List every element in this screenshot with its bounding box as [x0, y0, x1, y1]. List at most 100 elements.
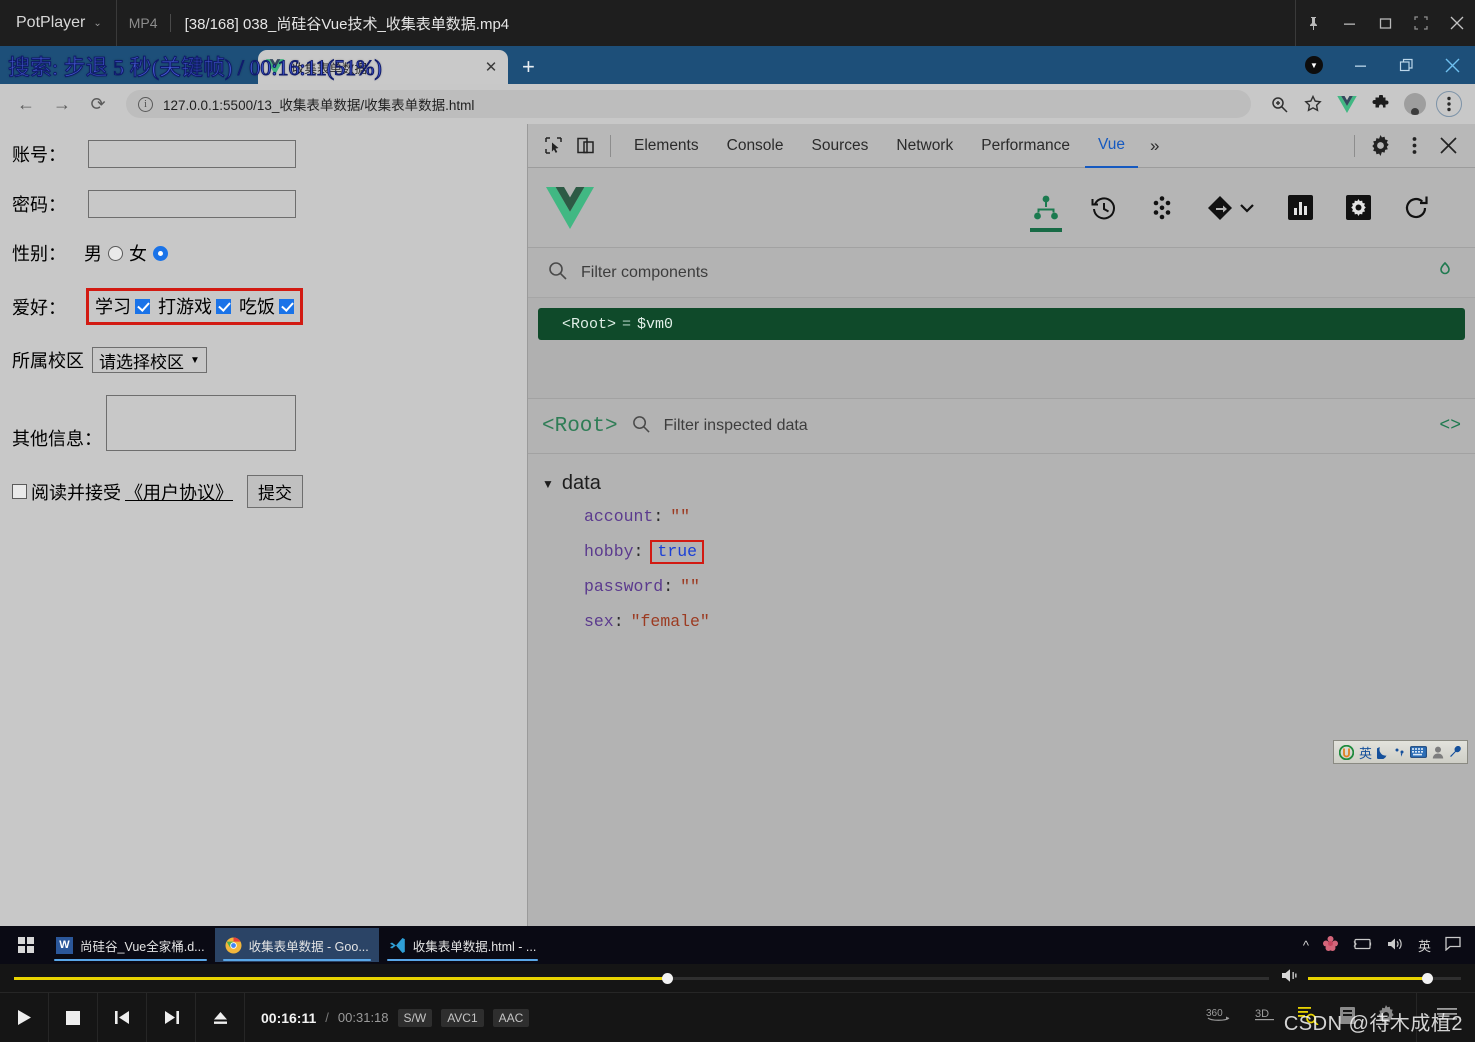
tab-sources[interactable]: Sources [799, 124, 882, 168]
hobby-checkbox-eat[interactable] [279, 298, 294, 314]
puzzle-icon[interactable] [1365, 88, 1397, 120]
close-button[interactable] [1429, 50, 1475, 80]
badge-audio-codec[interactable]: AAC [492, 1008, 530, 1027]
moon-icon[interactable] [1377, 746, 1389, 759]
timeline-history-icon[interactable] [1087, 182, 1121, 234]
flower-icon[interactable] [1322, 936, 1338, 954]
data-section-header[interactable]: ▼ data [542, 472, 1475, 495]
tab-console[interactable]: Console [714, 124, 797, 168]
kebab-menu-icon[interactable] [1433, 88, 1465, 120]
fullscreen-button[interactable] [1403, 0, 1439, 46]
performance-icon[interactable] [1283, 182, 1317, 234]
eject-button[interactable] [196, 992, 245, 1042]
campus-select[interactable]: 请选择校区 ▼ [92, 347, 207, 373]
sex-male-radio[interactable] [108, 245, 123, 261]
other-info-textarea[interactable] [106, 395, 296, 451]
stop-button[interactable] [49, 992, 98, 1042]
user-icon[interactable] [1432, 746, 1444, 759]
component-tree-row-root[interactable]: <Root> = $vm0 [538, 308, 1465, 340]
close-button[interactable] [1439, 0, 1475, 46]
punctuation-icon[interactable] [1394, 746, 1405, 759]
filter-components-input[interactable]: Filter components [581, 264, 708, 282]
previous-button[interactable] [98, 992, 147, 1042]
taskbar-item-word[interactable]: W 尚硅谷_Vue全家桶.d... [46, 928, 215, 962]
tray-ime-label[interactable]: 英 [1418, 936, 1431, 955]
windows-start-icon[interactable] [6, 926, 46, 964]
tab-close-icon[interactable]: ✕ [482, 58, 500, 76]
restore-button[interactable] [1383, 50, 1429, 80]
wrench-icon[interactable] [1449, 745, 1462, 759]
battery-icon[interactable] [1352, 938, 1373, 953]
data-entry-hobby[interactable]: hobby : true [584, 538, 1475, 565]
star-icon[interactable] [1297, 88, 1329, 120]
keyboard-icon[interactable] [1410, 746, 1427, 758]
volume-icon[interactable] [1281, 968, 1300, 988]
bookmark-icon[interactable] [1339, 1006, 1356, 1030]
component-tree-icon[interactable] [1029, 182, 1063, 234]
potplayer-brand[interactable]: PotPlayer ⌄ [0, 0, 116, 46]
tab-elements[interactable]: Elements [621, 124, 712, 168]
settings-icon[interactable] [1376, 1005, 1396, 1030]
volume-bar[interactable] [1308, 972, 1461, 984]
menu-icon[interactable] [1437, 1007, 1457, 1028]
profile-pill-icon[interactable]: ▼ [1291, 50, 1337, 80]
new-tab-button[interactable]: + [522, 56, 535, 78]
address-bar[interactable]: i 127.0.0.1:5500/13_收集表单数据/收集表单数据.html [126, 90, 1251, 118]
data-entry-sex[interactable]: sex : "female" [584, 608, 1475, 635]
inspect-element-icon[interactable] [538, 131, 568, 161]
target-icon[interactable] [1435, 260, 1455, 285]
tab-performance[interactable]: Performance [968, 124, 1083, 168]
data-value-highlight[interactable]: true [650, 539, 705, 564]
tab-network[interactable]: Network [883, 124, 966, 168]
minimize-button[interactable] [1331, 0, 1367, 46]
360-view-icon[interactable]: 360 [1205, 1005, 1233, 1030]
close-icon[interactable] [1431, 131, 1465, 161]
seek-bar[interactable] [14, 972, 1269, 984]
more-tabs-icon[interactable]: » [1140, 136, 1169, 156]
user-agreement-link[interactable]: 《用户协议》 [125, 479, 233, 505]
badge-video-codec[interactable]: AVC1 [441, 1008, 484, 1027]
ime-mode-label[interactable]: 英 [1359, 743, 1372, 762]
tray-expand-icon[interactable]: ^ [1303, 938, 1309, 953]
sogou-logo-icon[interactable] [1338, 744, 1354, 760]
play-button[interactable] [0, 992, 49, 1042]
maximize-button[interactable] [1367, 0, 1403, 46]
device-toolbar-icon[interactable] [570, 131, 600, 161]
hobby-checkbox-study[interactable] [135, 298, 150, 314]
refresh-icon[interactable] [1399, 182, 1433, 234]
seek-handle[interactable] [661, 972, 673, 984]
settings-icon[interactable] [1341, 182, 1375, 234]
reload-button[interactable]: ⟳ [82, 88, 114, 120]
tab-vue[interactable]: Vue [1084, 124, 1138, 168]
taskbar-item-chrome[interactable]: 收集表单数据 - Goo... [214, 928, 379, 962]
taskbar-item-vscode[interactable]: 收集表单数据.html - ... [379, 928, 547, 962]
submit-button[interactable]: 提交 [247, 475, 303, 508]
3d-view-icon[interactable]: 3D [1253, 1006, 1277, 1030]
ime-floating-toolbar[interactable]: 英 [1332, 740, 1468, 764]
settings-gear-icon[interactable] [1363, 131, 1397, 161]
sex-female-radio[interactable] [153, 245, 168, 261]
notification-icon[interactable] [1445, 936, 1461, 954]
minimize-button[interactable] [1337, 50, 1383, 80]
data-value[interactable]: "female" [631, 612, 710, 631]
data-value[interactable]: "" [680, 577, 700, 596]
filter-inspected-data-input[interactable]: Filter inspected data [664, 417, 808, 435]
zoom-in-icon[interactable] [1263, 88, 1295, 120]
vue-filter-components-bar[interactable]: Filter components [528, 248, 1475, 298]
code-icon[interactable]: <> [1439, 416, 1461, 436]
volume-icon[interactable] [1387, 937, 1404, 954]
vue-extension-icon[interactable] [1331, 88, 1363, 120]
forward-button[interactable]: → [46, 88, 78, 120]
chevron-down-icon[interactable]: ▼ [542, 477, 554, 491]
router-icon[interactable] [1203, 182, 1259, 234]
badge-decoder[interactable]: S/W [397, 1008, 433, 1027]
pin-button[interactable] [1295, 0, 1331, 46]
playlist-search-icon[interactable] [1297, 1005, 1319, 1030]
site-info-icon[interactable]: i [138, 96, 153, 112]
password-input[interactable] [88, 190, 296, 218]
hobby-checkbox-games[interactable] [216, 298, 231, 314]
volume-handle[interactable] [1422, 972, 1434, 984]
kebab-menu-icon[interactable] [1397, 131, 1431, 161]
avatar-icon[interactable] [1399, 88, 1431, 120]
account-input[interactable] [88, 140, 296, 168]
